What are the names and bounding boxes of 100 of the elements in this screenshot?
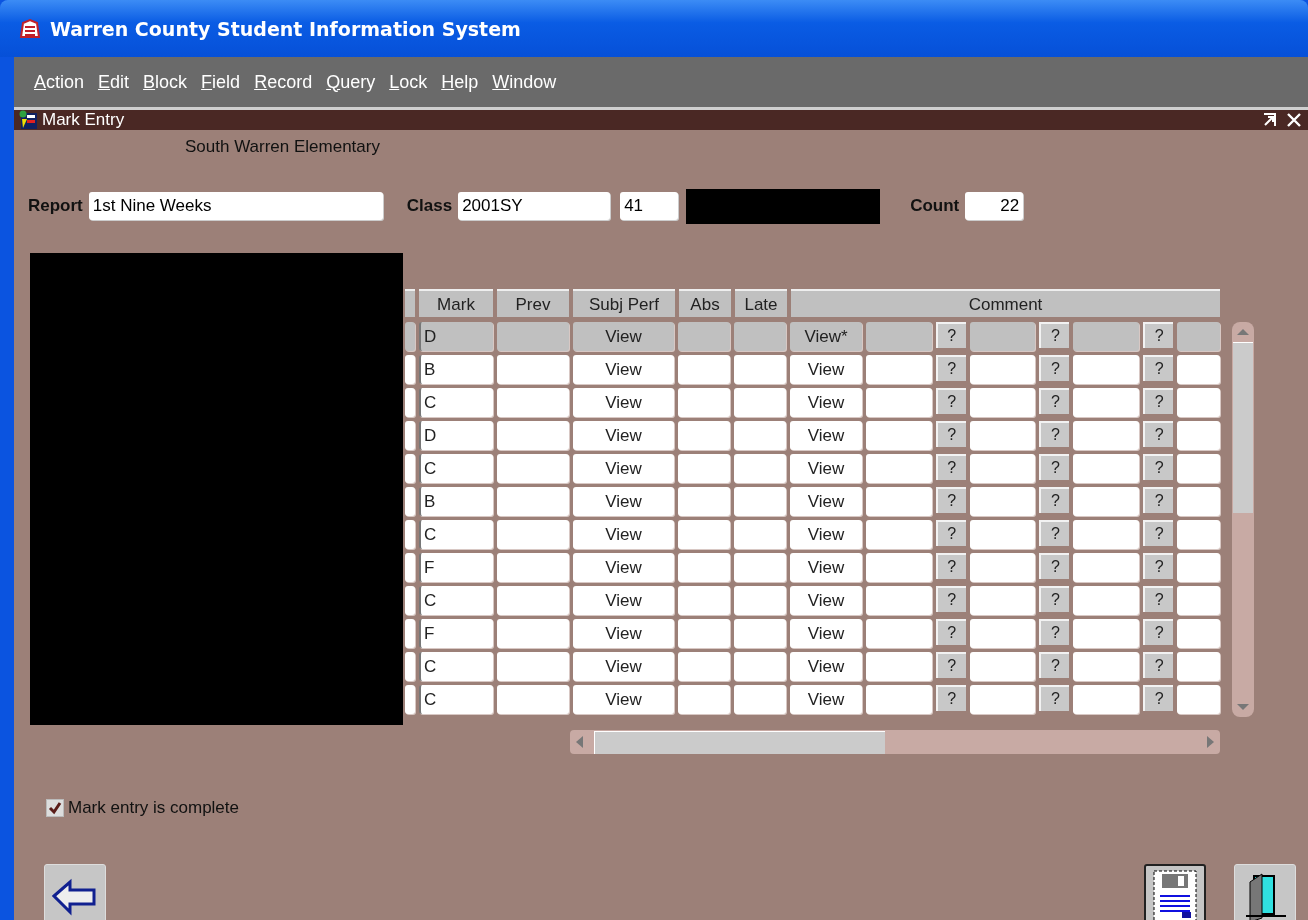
comment-field[interactable] [865, 553, 932, 582]
comment-field[interactable] [1073, 421, 1140, 450]
help-button[interactable]: ? [1143, 487, 1174, 513]
help-button[interactable]: ? [935, 520, 966, 546]
subj-perf-button[interactable]: View [572, 355, 675, 384]
help-button[interactable]: ? [1143, 355, 1174, 381]
mark-field[interactable]: C [418, 685, 493, 714]
comment-field[interactable] [1073, 520, 1140, 549]
late-field[interactable] [734, 586, 787, 615]
help-button[interactable]: ? [1039, 454, 1070, 480]
mark-field[interactable]: C [418, 586, 493, 615]
menu-item[interactable]: Help [441, 71, 479, 93]
help-button[interactable]: ? [1039, 520, 1070, 546]
prev-field[interactable] [496, 553, 569, 582]
late-field[interactable] [734, 454, 787, 483]
comment-field[interactable] [1073, 322, 1140, 351]
comment-field[interactable] [865, 454, 932, 483]
subj-perf-button[interactable]: View [572, 553, 675, 582]
table-cell[interactable] [405, 619, 415, 648]
help-button[interactable]: ? [1039, 685, 1070, 711]
prev-field[interactable] [496, 520, 569, 549]
subj-perf-button[interactable]: View [572, 487, 675, 516]
abs-field[interactable] [678, 685, 731, 714]
comment-field[interactable] [969, 652, 1036, 681]
mark-field[interactable]: F [418, 619, 493, 648]
menu-item[interactable]: Block [143, 71, 188, 93]
help-button[interactable]: ? [935, 619, 966, 645]
prev-field[interactable] [496, 454, 569, 483]
comment-field[interactable] [1177, 388, 1220, 417]
comment-view-button[interactable]: View [790, 619, 862, 648]
horizontal-scrollbar[interactable] [570, 730, 1220, 754]
mark-field[interactable]: C [418, 454, 493, 483]
comment-field[interactable] [1177, 421, 1220, 450]
comment-view-button[interactable]: View [790, 487, 862, 516]
subj-perf-button[interactable]: View [572, 454, 675, 483]
checkbox[interactable] [46, 799, 64, 817]
late-field[interactable] [734, 520, 787, 549]
table-cell[interactable] [405, 355, 415, 384]
help-button[interactable]: ? [1039, 322, 1070, 348]
help-button[interactable]: ? [1143, 652, 1174, 678]
comment-field[interactable] [1177, 619, 1220, 648]
help-button[interactable]: ? [1039, 652, 1070, 678]
subj-perf-button[interactable]: View [572, 685, 675, 714]
comment-field[interactable] [1073, 388, 1140, 417]
comment-field[interactable] [1177, 487, 1220, 516]
late-field[interactable] [734, 619, 787, 648]
help-button[interactable]: ? [935, 388, 966, 414]
mark-field[interactable]: D [418, 421, 493, 450]
abs-field[interactable] [678, 388, 731, 417]
comment-field[interactable] [969, 322, 1036, 351]
exit-button[interactable] [1234, 864, 1296, 920]
menu-item[interactable]: Action [34, 71, 85, 93]
late-field[interactable] [734, 322, 787, 351]
subj-perf-button[interactable]: View [572, 520, 675, 549]
comment-field[interactable] [969, 421, 1036, 450]
menu-item[interactable]: Edit [98, 71, 130, 93]
close-icon[interactable] [1286, 112, 1302, 128]
comment-field[interactable] [969, 388, 1036, 417]
comment-field[interactable] [1073, 454, 1140, 483]
mark-field[interactable]: C [418, 652, 493, 681]
mark-field[interactable]: C [418, 520, 493, 549]
help-button[interactable]: ? [1143, 388, 1174, 414]
help-button[interactable]: ? [935, 421, 966, 447]
comment-view-button[interactable]: View [790, 355, 862, 384]
late-field[interactable] [734, 388, 787, 417]
menu-item[interactable]: Window [492, 71, 557, 93]
prev-field[interactable] [496, 652, 569, 681]
vertical-scrollbar[interactable] [1232, 322, 1254, 717]
comment-field[interactable] [1073, 652, 1140, 681]
comment-field[interactable] [969, 619, 1036, 648]
comment-view-button[interactable]: View [790, 685, 862, 714]
comment-field[interactable] [1073, 487, 1140, 516]
abs-field[interactable] [678, 586, 731, 615]
table-cell[interactable] [405, 553, 415, 582]
comment-field[interactable] [865, 652, 932, 681]
subj-perf-button[interactable]: View [572, 619, 675, 648]
comment-field[interactable] [1177, 355, 1220, 384]
comment-field[interactable] [1073, 586, 1140, 615]
help-button[interactable]: ? [935, 652, 966, 678]
menu-item[interactable]: Field [201, 71, 241, 93]
help-button[interactable]: ? [1143, 322, 1174, 348]
abs-field[interactable] [678, 454, 731, 483]
abs-field[interactable] [678, 421, 731, 450]
comment-field[interactable] [969, 586, 1036, 615]
table-cell[interactable] [405, 388, 415, 417]
subj-perf-button[interactable]: View [572, 388, 675, 417]
table-cell[interactable] [405, 421, 415, 450]
prev-field[interactable] [496, 322, 569, 351]
subj-perf-button[interactable]: View [572, 322, 675, 351]
comment-field[interactable] [865, 355, 932, 384]
comment-field[interactable] [865, 586, 932, 615]
comment-view-button[interactable]: View [790, 388, 862, 417]
prev-field[interactable] [496, 586, 569, 615]
comment-field[interactable] [1073, 553, 1140, 582]
mark-field[interactable]: B [418, 487, 493, 516]
report-field[interactable]: 1st Nine Weeks [88, 192, 383, 220]
comment-view-button[interactable]: View [790, 454, 862, 483]
comment-field[interactable] [969, 685, 1036, 714]
help-button[interactable]: ? [1039, 553, 1070, 579]
mark-field[interactable]: F [418, 553, 493, 582]
